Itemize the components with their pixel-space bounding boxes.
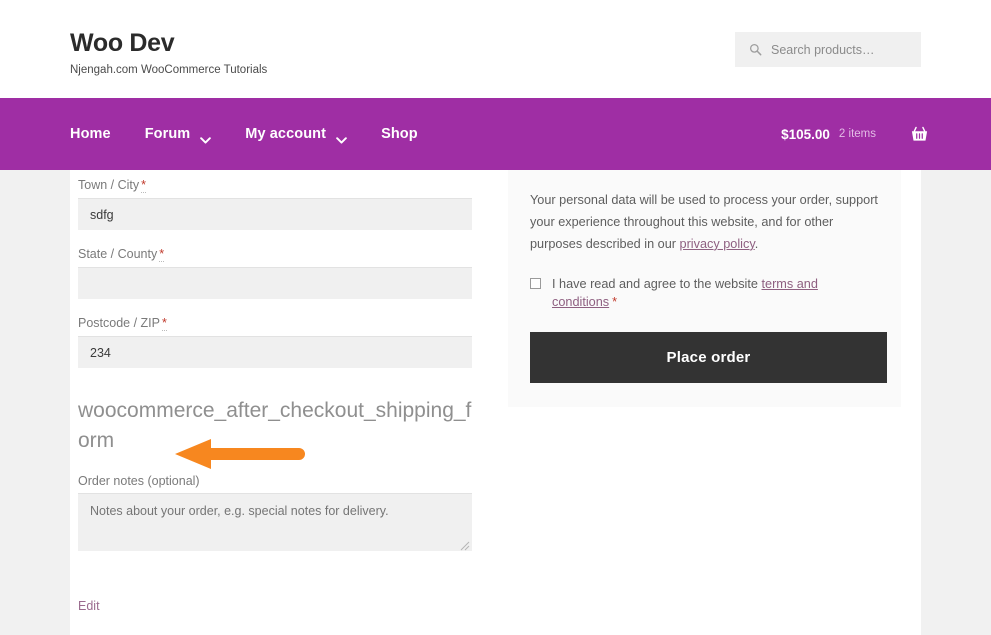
terms-text-before: I have read and agree to the website [552,276,762,291]
terms-text: I have read and agree to the website ter… [552,276,879,312]
chevron-down-icon [200,131,212,144]
field-label-text: Postcode / ZIP [78,316,160,330]
privacy-policy-text: Your personal data will be used to proce… [530,190,879,256]
field-label-text: State / County [78,247,158,261]
nav-label: Home [70,126,111,142]
nav-label: Shop [381,126,418,142]
terms-and-conditions-row: I have read and agree to the website ter… [530,276,879,312]
field-label: State / County * [78,247,480,262]
chevron-down-icon [336,131,347,144]
nav-label: My account [245,126,327,142]
field-label-text: Town / City [78,178,140,192]
privacy-policy-link[interactable]: privacy policy [680,237,755,251]
product-search-box[interactable] [735,32,921,67]
search-input[interactable] [771,42,921,57]
primary-menu: Home Forum My account Shop [70,98,452,170]
hook-name-label: woocommerce_after_checkout_shipping_form [78,399,472,452]
shopping-basket-icon [910,125,929,144]
order-notes-textarea[interactable] [78,492,472,551]
place-order-button[interactable]: Place order [530,332,887,384]
edit-link[interactable]: Edit [78,599,100,613]
primary-navigation-bar: Home Forum My account Shop $105.00 2 ite… [0,98,991,170]
required-asterisk: * [141,178,147,193]
nav-item-my-account[interactable]: My account [245,126,347,144]
town-city-input[interactable] [78,198,472,230]
field-postcode-zip: Postcode / ZIP * [78,316,480,368]
nav-label: Forum [144,126,191,142]
checkout-form-column: Town / City* State / County* Postcode / … [70,170,480,635]
nav-item-forum[interactable]: Forum [144,126,212,144]
terms-checkbox[interactable] [530,277,541,289]
privacy-text-after: . [754,236,759,251]
field-label: Postcode / ZIP * [78,316,480,331]
order-notes-label: Order notes (optional) [78,473,200,488]
cart-summary[interactable]: $105.00 2 items [781,98,876,170]
field-label: Town / City * [78,178,480,193]
cart-button[interactable] [910,98,929,170]
checkout-columns: Town / City* State / County* Postcode / … [70,170,921,635]
cart-item-count: 2 items [838,128,876,140]
search-icon [749,43,762,56]
field-state-county: State / County * [78,247,480,299]
site-header: Woo Dev Njengah.com WooCommerce Tutorial… [0,0,991,98]
field-town-city: Town / City * [78,178,480,230]
postcode-zip-input[interactable] [78,336,472,368]
required-asterisk: * [161,316,167,331]
site-tagline: Njengah.com WooCommerce Tutorials [70,64,268,76]
site-branding[interactable]: Woo Dev Njengah.com WooCommerce Tutorial… [70,31,267,77]
order-review-panel: Your personal data will be used to proce… [508,170,901,408]
order-review-column: Your personal data will be used to proce… [480,170,921,635]
state-county-input[interactable] [78,267,472,299]
site-title: Woo Dev [70,29,175,57]
required-asterisk: * [159,247,165,262]
required-asterisk: * [612,294,618,309]
nav-item-home[interactable]: Home [70,126,111,142]
nav-item-shop[interactable]: Shop [381,126,418,142]
checkout-page-content: Town / City* State / County* Postcode / … [70,170,921,635]
order-notes-field: Order notes (optional) [78,474,472,551]
cart-total: $105.00 [781,126,830,142]
